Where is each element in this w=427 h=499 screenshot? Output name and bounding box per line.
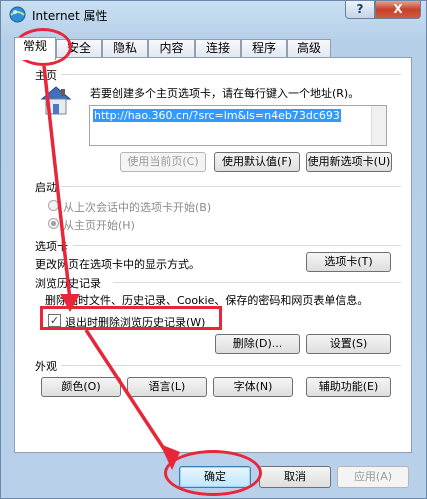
cancel-button[interactable]: 取消 [259,466,331,488]
homepage-instruction: 若要创建多个主页选项卡，请在每行键入一个地址(R)。 [90,87,360,100]
annotation-circle-ok-button [164,450,262,496]
appearance-group-label: 外观 [35,360,57,373]
homepage-url-text: http://hao.360.cn/?src=lm&ls=n4eb73dc693 [93,109,341,122]
house-icon [40,86,72,115]
accessibility-button[interactable]: 辅助功能(E) [306,377,391,397]
history-settings-button[interactable]: 设置(S) [306,334,391,354]
startup-last-session-radio[interactable] [48,200,59,211]
help-button[interactable]: ? [345,1,375,19]
startup-group-label: 启动 [35,181,57,194]
homepage-group-divider [61,74,401,75]
close-icon: X [393,2,403,16]
use-current-button[interactable]: 使用当前页(C) [120,152,206,172]
startup-homepage-label: 从主页开始(H) [63,219,135,232]
close-button[interactable]: X [375,1,421,19]
tabs-group-divider [73,245,401,246]
apply-button[interactable]: 应用(A) [337,466,409,488]
tab-connections[interactable]: 连接 [195,39,241,58]
languages-button[interactable]: 语言(L) [127,377,207,397]
history-group-divider [113,282,401,283]
startup-group-divider [61,186,401,187]
url-scrollbar[interactable] [371,106,386,145]
homepage-group-label: 主页 [35,69,57,82]
tabs-group-label: 选项卡 [35,240,68,253]
window-title: Internet 属性 [32,9,108,23]
annotation-box-delete-on-exit [40,306,222,330]
use-new-tab-button[interactable]: 使用新选项卡(U) [306,152,392,172]
tabs-settings-button[interactable]: 选项卡(T) [306,252,391,272]
history-group-label: 浏览历史记录 [35,277,101,290]
tab-general[interactable]: 常规 [14,37,56,60]
internet-explorer-icon [9,6,26,23]
tab-privacy[interactable]: 隐私 [102,39,148,58]
homepage-url-input[interactable]: http://hao.360.cn/?src=lm&ls=n4eb73dc693 [89,105,387,146]
tab-programs[interactable]: 程序 [241,39,287,58]
title-bar[interactable]: Internet 属性 ? X [1,1,426,29]
startup-last-session-label: 从上次会话中的选项卡开始(B) [63,201,212,214]
delete-history-button[interactable]: 删除(D)... [215,334,300,354]
appearance-group-divider [61,365,401,366]
startup-homepage-radio[interactable] [48,218,59,229]
internet-options-window: Internet 属性 ? X 常规 安全 隐私 内容 连接 程序 高级 主页 … [0,0,427,499]
colors-button[interactable]: 颜色(O) [41,377,121,397]
use-default-button[interactable]: 使用默认值(F) [214,152,300,172]
fonts-button[interactable]: 字体(N) [213,377,293,397]
tab-advanced[interactable]: 高级 [287,39,331,58]
tabs-group-desc: 更改网页在选项卡中的显示方式。 [35,258,200,271]
help-icon: ? [356,2,364,16]
tab-content[interactable]: 内容 [148,39,195,58]
